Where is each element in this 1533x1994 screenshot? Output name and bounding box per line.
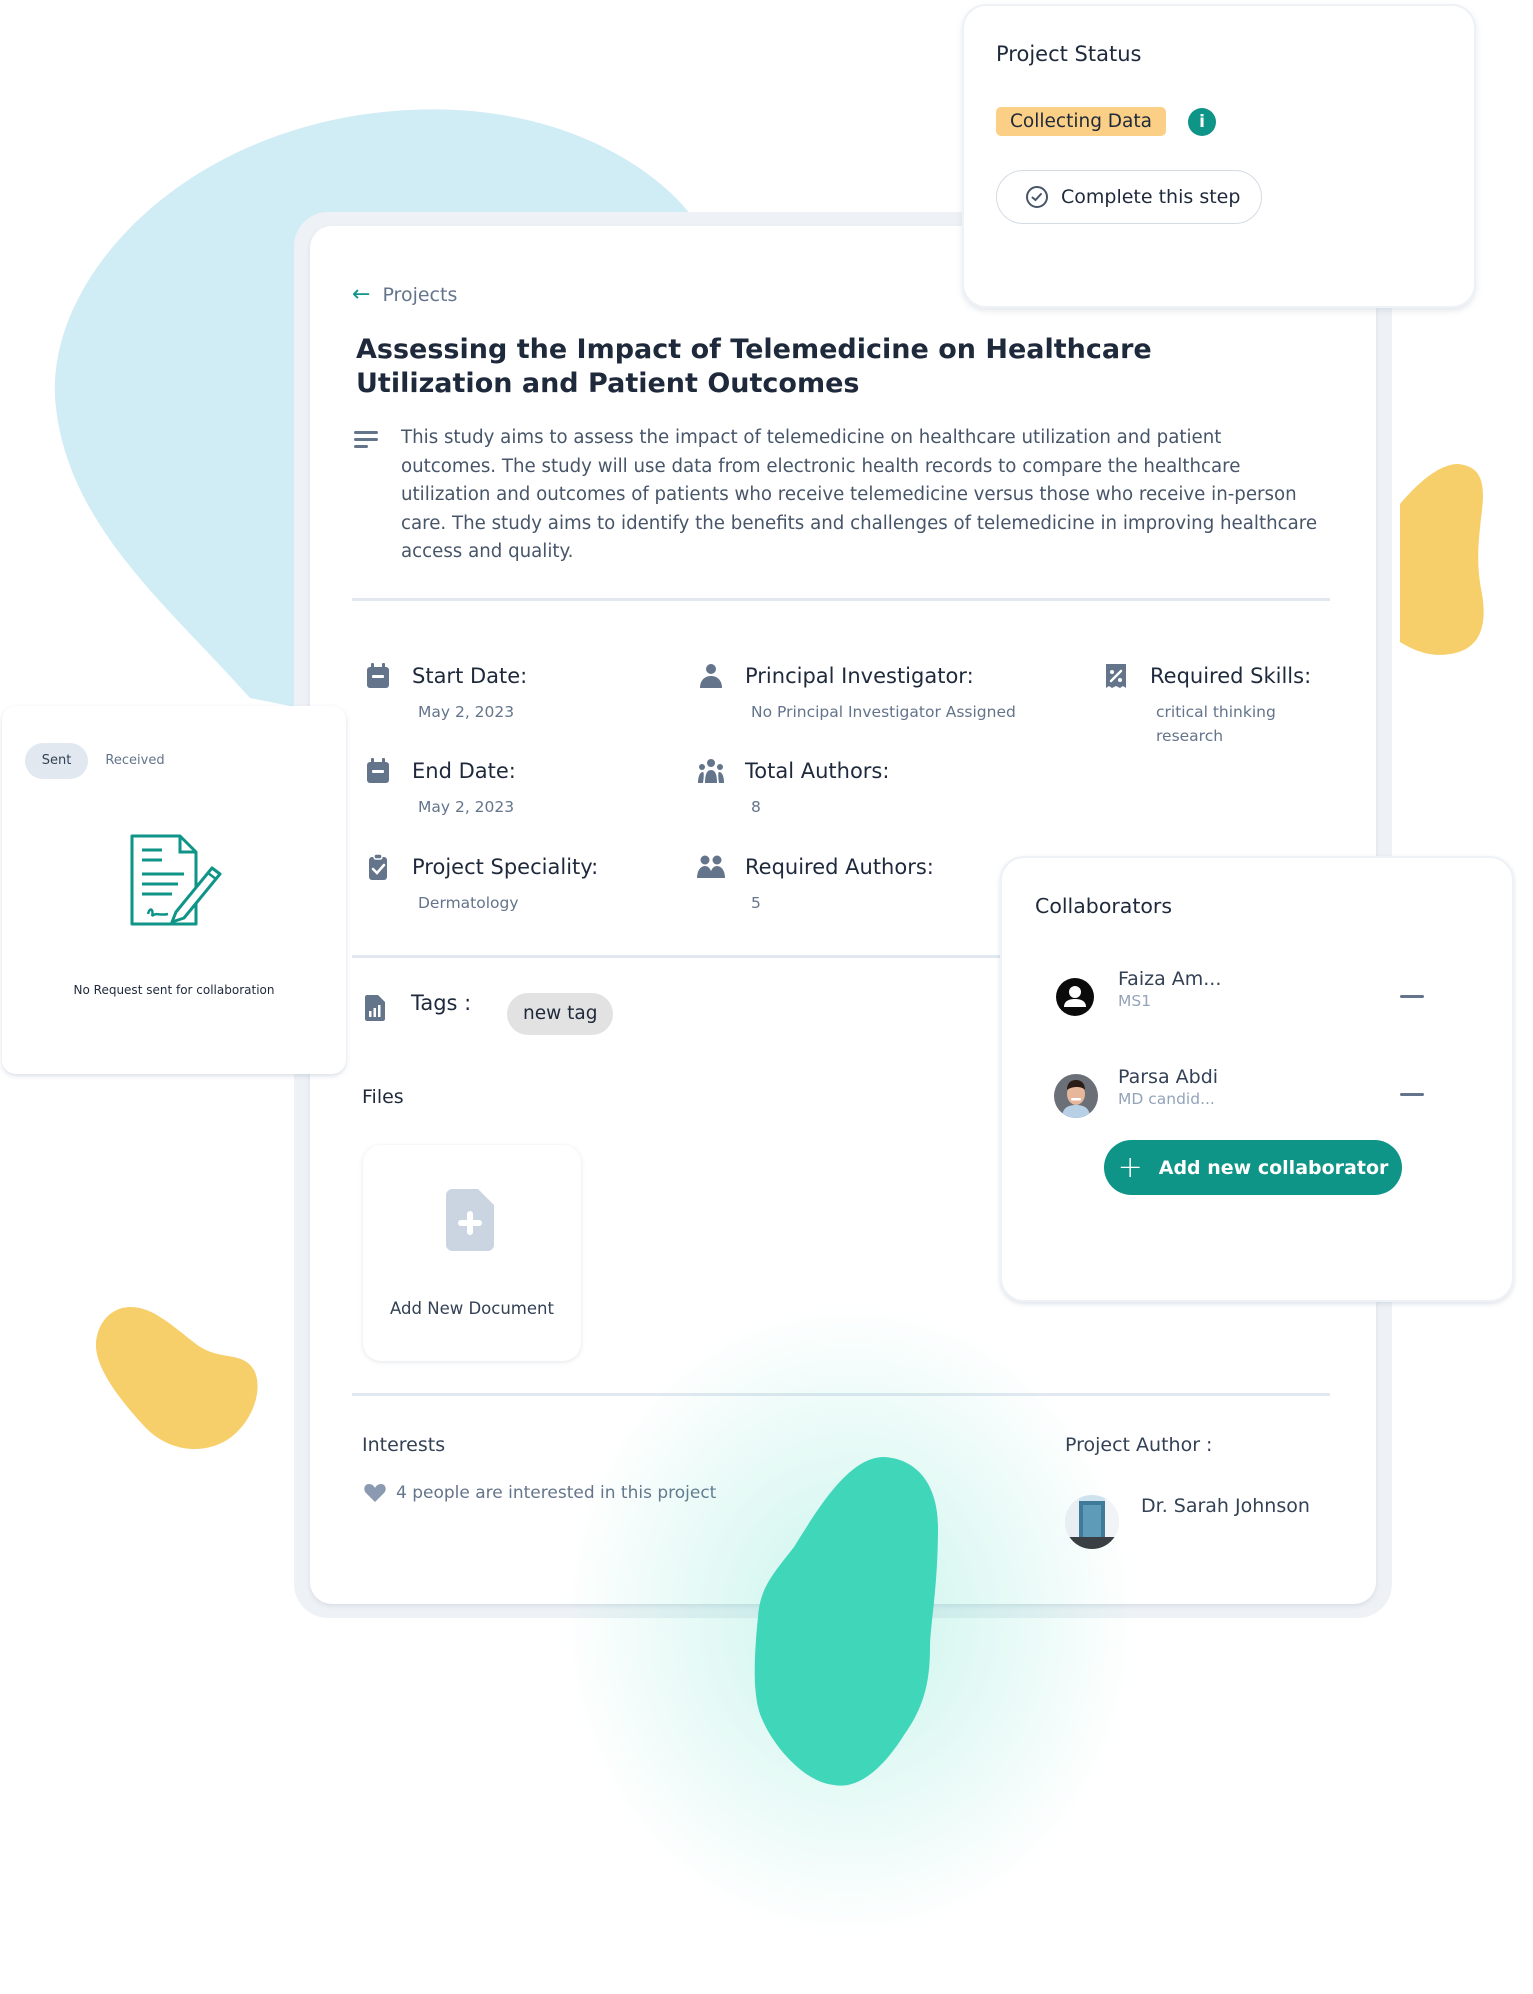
complete-step-label: Complete this step bbox=[1061, 186, 1241, 208]
collaborator-name: Parsa Abdi bbox=[1118, 1066, 1219, 1088]
project-description: This study aims to assess the impact of … bbox=[401, 427, 1318, 562]
project-author-label: Project Author : bbox=[1065, 1434, 1213, 1456]
collaborator-item: Parsa Abdi MD candid... bbox=[1054, 1066, 1454, 1122]
add-new-document-button[interactable]: Add New Document bbox=[363, 1145, 581, 1361]
tab-sent[interactable]: Sent bbox=[25, 743, 88, 779]
end-date-label: End Date: bbox=[412, 759, 516, 783]
principal-investigator-value: No Principal Investigator Assigned bbox=[751, 703, 1016, 721]
background-blob-teal bbox=[754, 1457, 938, 1786]
collaborator-name: Faiza Am... bbox=[1118, 968, 1222, 990]
add-document-label: Add New Document bbox=[390, 1299, 554, 1318]
collaborator-role: MS1 bbox=[1118, 992, 1152, 1010]
add-collaborator-label: Add new collaborator bbox=[1158, 1156, 1389, 1179]
files-label: Files bbox=[362, 1086, 404, 1108]
calendar-icon bbox=[367, 758, 389, 783]
empty-requests-message: No Request sent for collaboration bbox=[73, 983, 275, 997]
remove-collaborator-icon[interactable] bbox=[1400, 1086, 1424, 1102]
collaboration-requests-card: Sent Received No Request sent for collab… bbox=[2, 706, 346, 1074]
group-icon bbox=[698, 759, 724, 783]
author-avatar[interactable] bbox=[1065, 1495, 1119, 1549]
required-authors-label: Required Authors: bbox=[745, 855, 934, 879]
project-title: Assessing the Impact of Telemedicine on … bbox=[356, 334, 1152, 399]
badge-percent-icon bbox=[1106, 664, 1126, 688]
arrow-left-icon: ← bbox=[352, 282, 371, 307]
info-icon[interactable]: i bbox=[1188, 108, 1216, 136]
speciality-value: Dermatology bbox=[418, 894, 519, 912]
required-skills-label: Required Skills: bbox=[1150, 664, 1312, 688]
avatar[interactable] bbox=[1054, 976, 1096, 1018]
collaborators-title: Collaborators bbox=[1035, 894, 1173, 918]
principal-investigator-label: Principal Investigator: bbox=[745, 664, 974, 688]
person-icon bbox=[700, 664, 722, 688]
background-blob-yellow-right bbox=[1400, 464, 1484, 655]
heart-icon[interactable] bbox=[364, 1483, 386, 1503]
total-authors-value: 8 bbox=[751, 798, 761, 816]
required-skill-item: critical thinking bbox=[1156, 703, 1276, 721]
collaborator-role: MD candid... bbox=[1118, 1090, 1215, 1108]
project-author-name[interactable]: Dr. Sarah Johnson bbox=[1141, 1495, 1310, 1517]
section-divider bbox=[352, 598, 1330, 601]
add-new-collaborator-button[interactable]: + Add new collaborator bbox=[1104, 1140, 1402, 1195]
remove-collaborator-icon[interactable] bbox=[1400, 988, 1424, 1004]
section-divider bbox=[352, 955, 1000, 958]
plus-icon: + bbox=[1117, 1149, 1143, 1185]
start-date-value: May 2, 2023 bbox=[418, 703, 515, 721]
tag-chip[interactable]: new tag bbox=[507, 993, 614, 1035]
project-status-card: Project Status Collecting Data i Complet… bbox=[962, 4, 1476, 308]
status-badge: Collecting Data bbox=[996, 107, 1166, 136]
project-status-title: Project Status bbox=[996, 42, 1142, 66]
file-plus-icon bbox=[446, 1189, 494, 1251]
people-icon bbox=[697, 855, 725, 878]
tags-label: Tags : bbox=[411, 991, 472, 1015]
collaborators-card: Collaborators Faiza Am... MS1 Parsa Abdi… bbox=[1000, 856, 1514, 1302]
text-align-left-icon bbox=[354, 431, 378, 448]
avatar[interactable] bbox=[1054, 1074, 1098, 1118]
clipboard-check-icon bbox=[369, 853, 387, 880]
start-date-label: Start Date: bbox=[412, 664, 528, 688]
back-link-label: Projects bbox=[382, 284, 458, 306]
required-authors-value: 5 bbox=[751, 894, 761, 912]
total-authors-label: Total Authors: bbox=[745, 759, 890, 783]
collaborator-item: Faiza Am... MS1 bbox=[1054, 968, 1454, 1024]
document-signature-icon bbox=[130, 834, 222, 926]
tab-received[interactable]: Received bbox=[100, 743, 170, 779]
speciality-label: Project Speciality: bbox=[412, 855, 599, 879]
calendar-icon bbox=[367, 663, 389, 688]
background-blob-yellow-left bbox=[95, 1306, 258, 1450]
file-chart-icon bbox=[365, 995, 385, 1021]
author-photo-icon bbox=[1065, 1495, 1119, 1549]
complete-step-button[interactable]: Complete this step bbox=[996, 170, 1262, 224]
collaborator-photo-icon bbox=[1054, 1074, 1098, 1118]
end-date-value: May 2, 2023 bbox=[418, 798, 515, 816]
check-circle-icon bbox=[1026, 186, 1048, 208]
interests-label: Interests bbox=[362, 1434, 446, 1456]
back-to-projects-link[interactable]: ← Projects bbox=[352, 282, 458, 307]
required-skill-item: research bbox=[1156, 727, 1224, 745]
user-circle-icon bbox=[1056, 978, 1094, 1016]
